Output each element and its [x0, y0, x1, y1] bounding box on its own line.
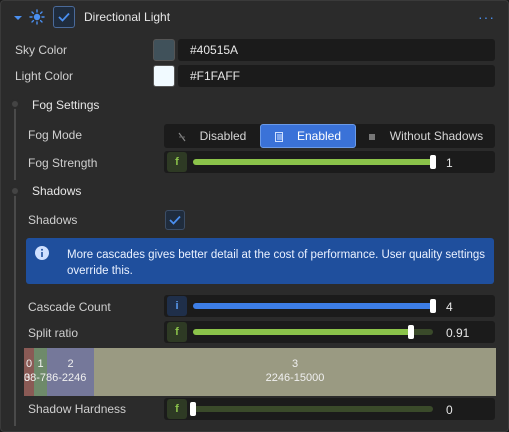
fog-section-title: Fog Settings [32, 98, 100, 112]
float-type-badge: f [167, 399, 187, 419]
fog-strength-thumb[interactable] [430, 155, 436, 169]
fog-mode-label: Fog Mode [28, 128, 83, 142]
shadows-toggle-label: Shadows [28, 213, 78, 227]
cascade-info-box: More cascades gives better detail at the… [26, 238, 494, 284]
cascade-count-fill [193, 303, 433, 309]
collapse-chevron-icon[interactable] [13, 12, 23, 26]
split-ratio-label: Split ratio [28, 326, 79, 340]
fog-strength-fill [193, 159, 433, 165]
cascade-split-bar: 0 0 1 2 38-786-2246 3 2246-15000 [24, 348, 496, 396]
fog-strength-value: 1 [446, 156, 453, 170]
shadow-hardness-thumb[interactable] [190, 402, 196, 416]
sun-icon [29, 9, 45, 28]
cascade-index-2: 2 [67, 358, 74, 370]
light-color-label: Light Color [15, 69, 74, 83]
fog-mode-selector: Disabled Enabled Without Shadows [164, 124, 495, 148]
fog-strength-label: Fog Strength [28, 156, 98, 170]
shadows-section-dot[interactable] [10, 186, 20, 196]
sky-color-field[interactable]: #40515A [178, 39, 495, 61]
sky-color-swatch[interactable] [153, 39, 175, 61]
no-fog-icon [178, 131, 186, 142]
fog-mode-enabled-label: Enabled [296, 129, 342, 143]
cascade-count-label: Cascade Count [28, 300, 111, 314]
sky-color-value: #40515A [190, 43, 239, 57]
fog-section-dot[interactable] [10, 99, 20, 109]
split-ratio-slider[interactable]: f 0.91 [164, 321, 495, 343]
directional-light-panel: Directional Light ··· Sky Color #40515A … [0, 0, 509, 432]
sky-color-label: Sky Color [15, 43, 68, 57]
component-enabled-checkbox[interactable] [53, 6, 75, 28]
light-color-value: #F1FAFF [190, 69, 241, 83]
checkmark-icon [58, 12, 70, 22]
shadow-hardness-label: Shadow Hardness [28, 402, 127, 416]
fog-section-line [14, 104, 16, 180]
int-type-badge: i [167, 296, 187, 316]
shadows-checkbox[interactable] [165, 210, 185, 230]
component-title: Directional Light [84, 10, 171, 24]
fog-mode-without-shadows[interactable]: Without Shadows [356, 124, 495, 148]
info-icon [35, 246, 49, 263]
shadow-hardness-track [193, 406, 433, 412]
shadows-section-title: Shadows [32, 184, 82, 198]
fog-icon [274, 131, 283, 142]
more-options-icon[interactable]: ··· [478, 9, 495, 25]
light-color-swatch[interactable] [153, 65, 175, 87]
fog-strength-slider[interactable]: f 1 [164, 151, 495, 173]
cascade-index-0: 0 [25, 358, 33, 370]
float-type-badge: f [167, 152, 187, 172]
split-ratio-fill [193, 329, 411, 335]
split-ratio-value: 0.91 [446, 326, 470, 340]
cascade-index-1: 1 [37, 358, 44, 370]
cascade-count-slider[interactable]: i 4 [164, 295, 495, 317]
fog-no-shadow-icon [368, 131, 376, 141]
fog-mode-disabled[interactable]: Disabled [164, 124, 260, 148]
cascade-info-text: More cascades gives better detail at the… [67, 249, 486, 277]
cascade-count-thumb[interactable] [430, 299, 436, 313]
shadows-section-line [14, 191, 16, 426]
split-ratio-thumb[interactable] [408, 325, 414, 339]
shadow-hardness-slider[interactable]: f 0 [164, 398, 495, 420]
fog-mode-enabled[interactable]: Enabled [260, 124, 356, 148]
fog-mode-disabled-label: Disabled [199, 129, 247, 143]
float-type-badge: f [167, 322, 187, 342]
fog-mode-without-shadows-label: Without Shadows [389, 129, 484, 143]
component-header: Directional Light ··· [1, 1, 508, 33]
shadow-hardness-value: 0 [446, 403, 453, 417]
cascade-segment-3[interactable]: 3 2246-15000 [94, 348, 496, 396]
checkmark-icon [169, 215, 181, 225]
light-color-field[interactable]: #F1FAFF [178, 65, 495, 87]
cascade-range-3: 2246-15000 [265, 372, 325, 384]
cascade-index-3: 3 [291, 358, 299, 370]
cascade-count-value: 4 [446, 300, 453, 314]
cascade-range-overflow: 38-786-2246 [24, 372, 87, 384]
